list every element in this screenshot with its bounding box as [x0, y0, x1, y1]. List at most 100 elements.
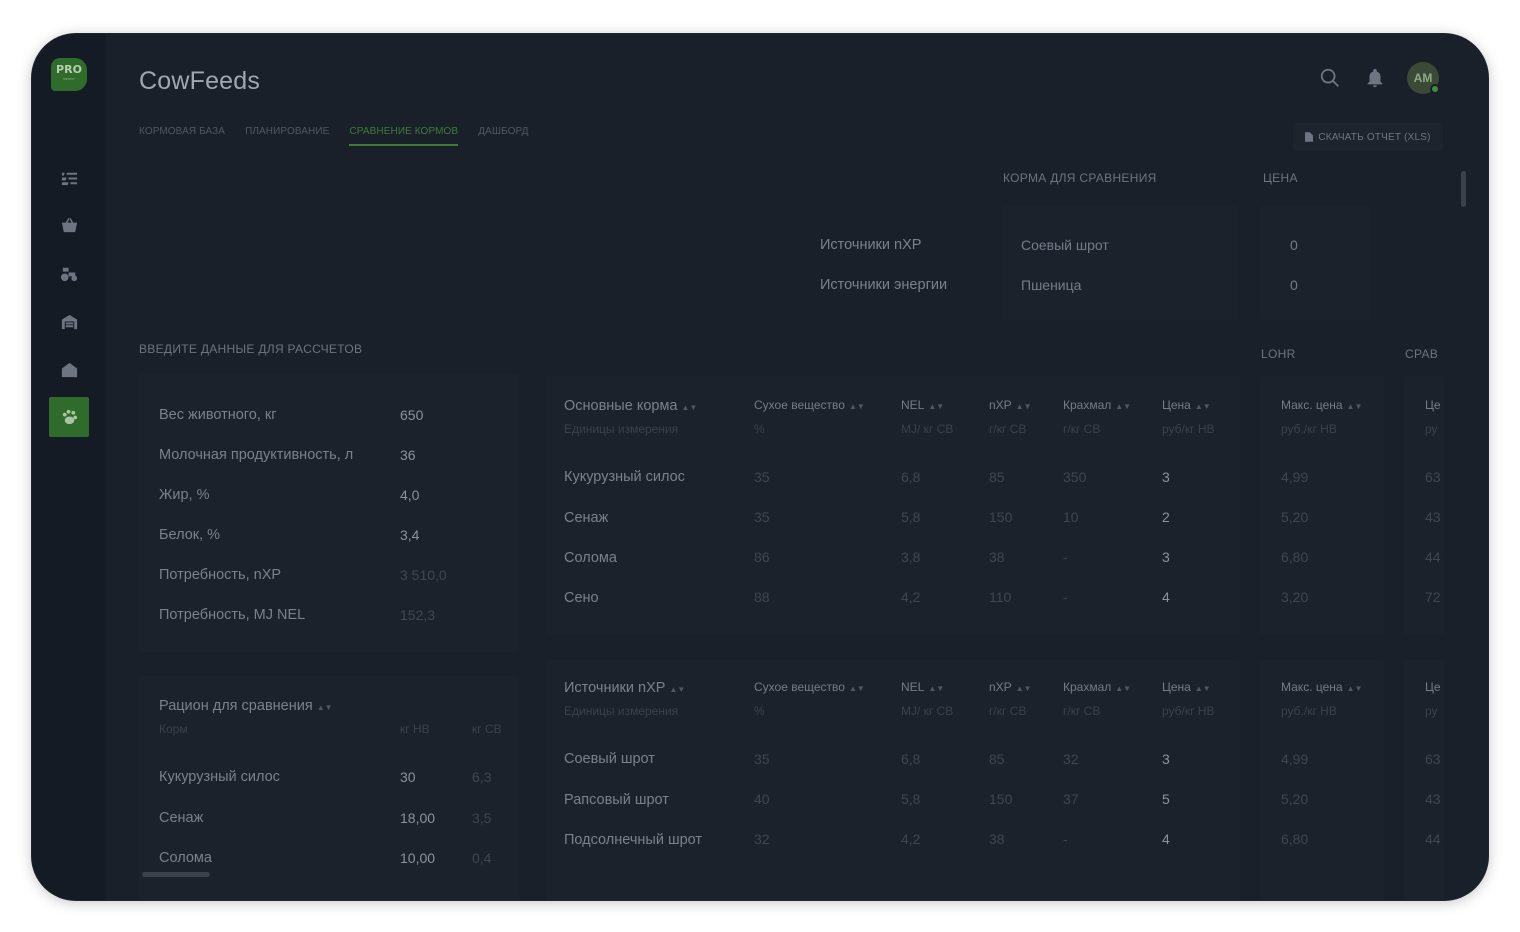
sidebar-item-barn[interactable] [49, 301, 89, 341]
ration-row-nv-input[interactable]: 30 [400, 769, 416, 785]
document-icon [1305, 132, 1314, 142]
cell-starch: - [1063, 549, 1068, 565]
price-input[interactable]: 3 [1162, 751, 1170, 767]
main-col-header[interactable]: nXP ▲▼ [989, 398, 1032, 412]
tab-planning[interactable]: ПЛАНИРОВАНИЕ [245, 126, 329, 146]
search-icon[interactable] [1319, 67, 1341, 89]
bell-icon[interactable] [1364, 67, 1386, 89]
input-protein[interactable]: 3,4 [400, 527, 419, 543]
nxp-table-title-text: Источники nXP [564, 680, 666, 696]
logo-text: PRO [56, 63, 82, 76]
sort-icon: ▲▼ [1194, 402, 1211, 411]
nxp-col-header[interactable]: Цена ▲▼ [1162, 680, 1211, 694]
tab-dashboard[interactable]: ДАШБОРД [478, 126, 528, 146]
nxp-col-unit: ру [1425, 704, 1438, 718]
sort-icon: ▲▼ [1346, 684, 1363, 693]
cell-sv: 40 [754, 791, 770, 807]
input-label-weight: Вес животного, кг [159, 407, 277, 423]
input-label-need-nxp: Потребность, nXP [159, 567, 282, 583]
main-col-header[interactable]: Крахмал ▲▼ [1063, 398, 1131, 412]
main-col-header[interactable]: Макс. цена ▲▼ [1281, 398, 1362, 412]
compare-price-input-energy[interactable]: 0 [1290, 277, 1298, 293]
compare-feed-select-nxp[interactable]: Соевый шрот [1021, 237, 1109, 253]
sidebar-item-basket[interactable] [49, 205, 89, 245]
lohr-header: LOHR [1261, 347, 1296, 361]
inputs-section-label: ВВЕДИТЕ ДАННЫЕ ДЛЯ РАССЧЕТОВ [139, 342, 363, 356]
input-fat[interactable]: 4,0 [400, 487, 419, 503]
cell-nxp: 110 [989, 589, 1012, 605]
input-milk[interactable]: 36 [400, 447, 416, 463]
main-units-label: Единицы измерения [564, 422, 679, 436]
main-col-header[interactable]: Цена ▲▼ [1162, 398, 1211, 412]
compare-feed-select-energy[interactable]: Пшеница [1021, 277, 1081, 293]
price-input[interactable]: 2 [1162, 509, 1170, 525]
col-name: NEL [901, 398, 925, 412]
input-label-fat: Жир, % [159, 487, 210, 503]
cell-sv: 88 [754, 589, 770, 605]
cell-max-price: 4,99 [1281, 751, 1309, 767]
price-input[interactable]: 3 [1162, 469, 1170, 485]
col-name: Макс. цена [1281, 398, 1343, 412]
ration-col-feed: Корм [159, 722, 188, 736]
nxp-col-unit: MJ/ кг СВ [901, 704, 954, 718]
ration-row-nv-input[interactable]: 18,00 [400, 810, 435, 826]
cell-nxp: 85 [989, 469, 1005, 485]
nxp-units-label: Единицы измерения [564, 704, 679, 718]
price-input[interactable]: 5 [1162, 791, 1170, 807]
download-report-label: СКАЧАТЬ ОТЧЕТ (XLS) [1318, 131, 1431, 143]
nxp-table-title[interactable]: Источники nXP ▲▼ [564, 680, 685, 696]
cell-nxp: 150 [989, 509, 1013, 525]
ration-row-nv-input[interactable]: 10,00 [400, 850, 435, 866]
compare-label-energy: Источники энергии [820, 277, 948, 293]
sort-icon: ▲▼ [316, 703, 333, 712]
tab-feed-base[interactable]: КОРМОВАЯ БАЗА [139, 126, 225, 146]
compare-price-input-nxp[interactable]: 0 [1290, 237, 1298, 253]
barn-icon [61, 314, 77, 329]
cell-compare: 63 [1425, 469, 1441, 485]
nxp-col-header[interactable]: nXP ▲▼ [989, 680, 1032, 694]
cell-nel: 3,8 [901, 549, 921, 565]
sidebar-item-fields[interactable] [49, 158, 89, 198]
cell-compare: 44 [1425, 549, 1441, 565]
cell-nxp: 38 [989, 831, 1005, 847]
nxp-col-header[interactable]: Крахмал ▲▼ [1063, 680, 1131, 694]
sidebar-item-cows[interactable] [49, 397, 89, 437]
main-col-unit: руб/кг НВ [1162, 422, 1215, 436]
ration-row-sv: 0,4 [472, 850, 492, 866]
sort-icon: ▲▼ [681, 403, 698, 412]
tab-feed-comparison[interactable]: СРАВНЕНИЕ КОРМОВ [349, 126, 459, 146]
sidebar-item-tractor[interactable] [49, 253, 89, 293]
main-col-header[interactable]: Сухое вещество ▲▼ [754, 398, 865, 412]
main-col-header[interactable]: NEL ▲▼ [901, 398, 944, 412]
sidebar-item-farm[interactable] [49, 349, 89, 389]
nxp-col-unit: % [754, 704, 765, 718]
compare-feeds-header: КОРМА ДЛЯ СРАВНЕНИЯ [1003, 171, 1157, 185]
cell-max-price: 4,99 [1281, 469, 1309, 485]
nxp-col-header[interactable]: Це [1425, 680, 1441, 694]
sort-icon: ▲▼ [1115, 684, 1132, 693]
main-table-title[interactable]: Основные корма ▲▼ [564, 398, 697, 414]
price-input[interactable]: 3 [1162, 549, 1170, 565]
cell-nel: 5,8 [901, 791, 921, 807]
input-weight[interactable]: 650 [400, 407, 423, 423]
ration-row-sv: 6,3 [472, 769, 492, 785]
ration-title[interactable]: Рацион для сравнения ▲▼ [159, 698, 333, 714]
app-logo[interactable]: PRO farmer [51, 58, 87, 91]
cell-compare: 72 [1425, 589, 1441, 605]
main-col-unit: % [754, 422, 765, 436]
vertical-scrollbar[interactable] [1461, 171, 1466, 207]
horizontal-scrollbar[interactable] [142, 872, 210, 877]
user-avatar[interactable]: AM [1407, 62, 1440, 94]
nxp-col-header[interactable]: Макс. цена ▲▼ [1281, 680, 1362, 694]
col-name: Крахмал [1063, 398, 1112, 412]
compare-label-nxp: Источники nXP [820, 237, 922, 253]
nxp-col-header[interactable]: NEL ▲▼ [901, 680, 944, 694]
ration-row-sv: 3,5 [472, 810, 492, 826]
cell-nel: 6,8 [901, 751, 921, 767]
price-input[interactable]: 4 [1162, 831, 1170, 847]
input-label-milk: Молочная продуктивность, л [159, 447, 354, 463]
price-input[interactable]: 4 [1162, 589, 1170, 605]
main-col-header[interactable]: Це [1425, 398, 1441, 412]
download-report-button[interactable]: СКАЧАТЬ ОТЧЕТ (XLS) [1293, 123, 1443, 151]
nxp-col-header[interactable]: Сухое вещество ▲▼ [754, 680, 865, 694]
